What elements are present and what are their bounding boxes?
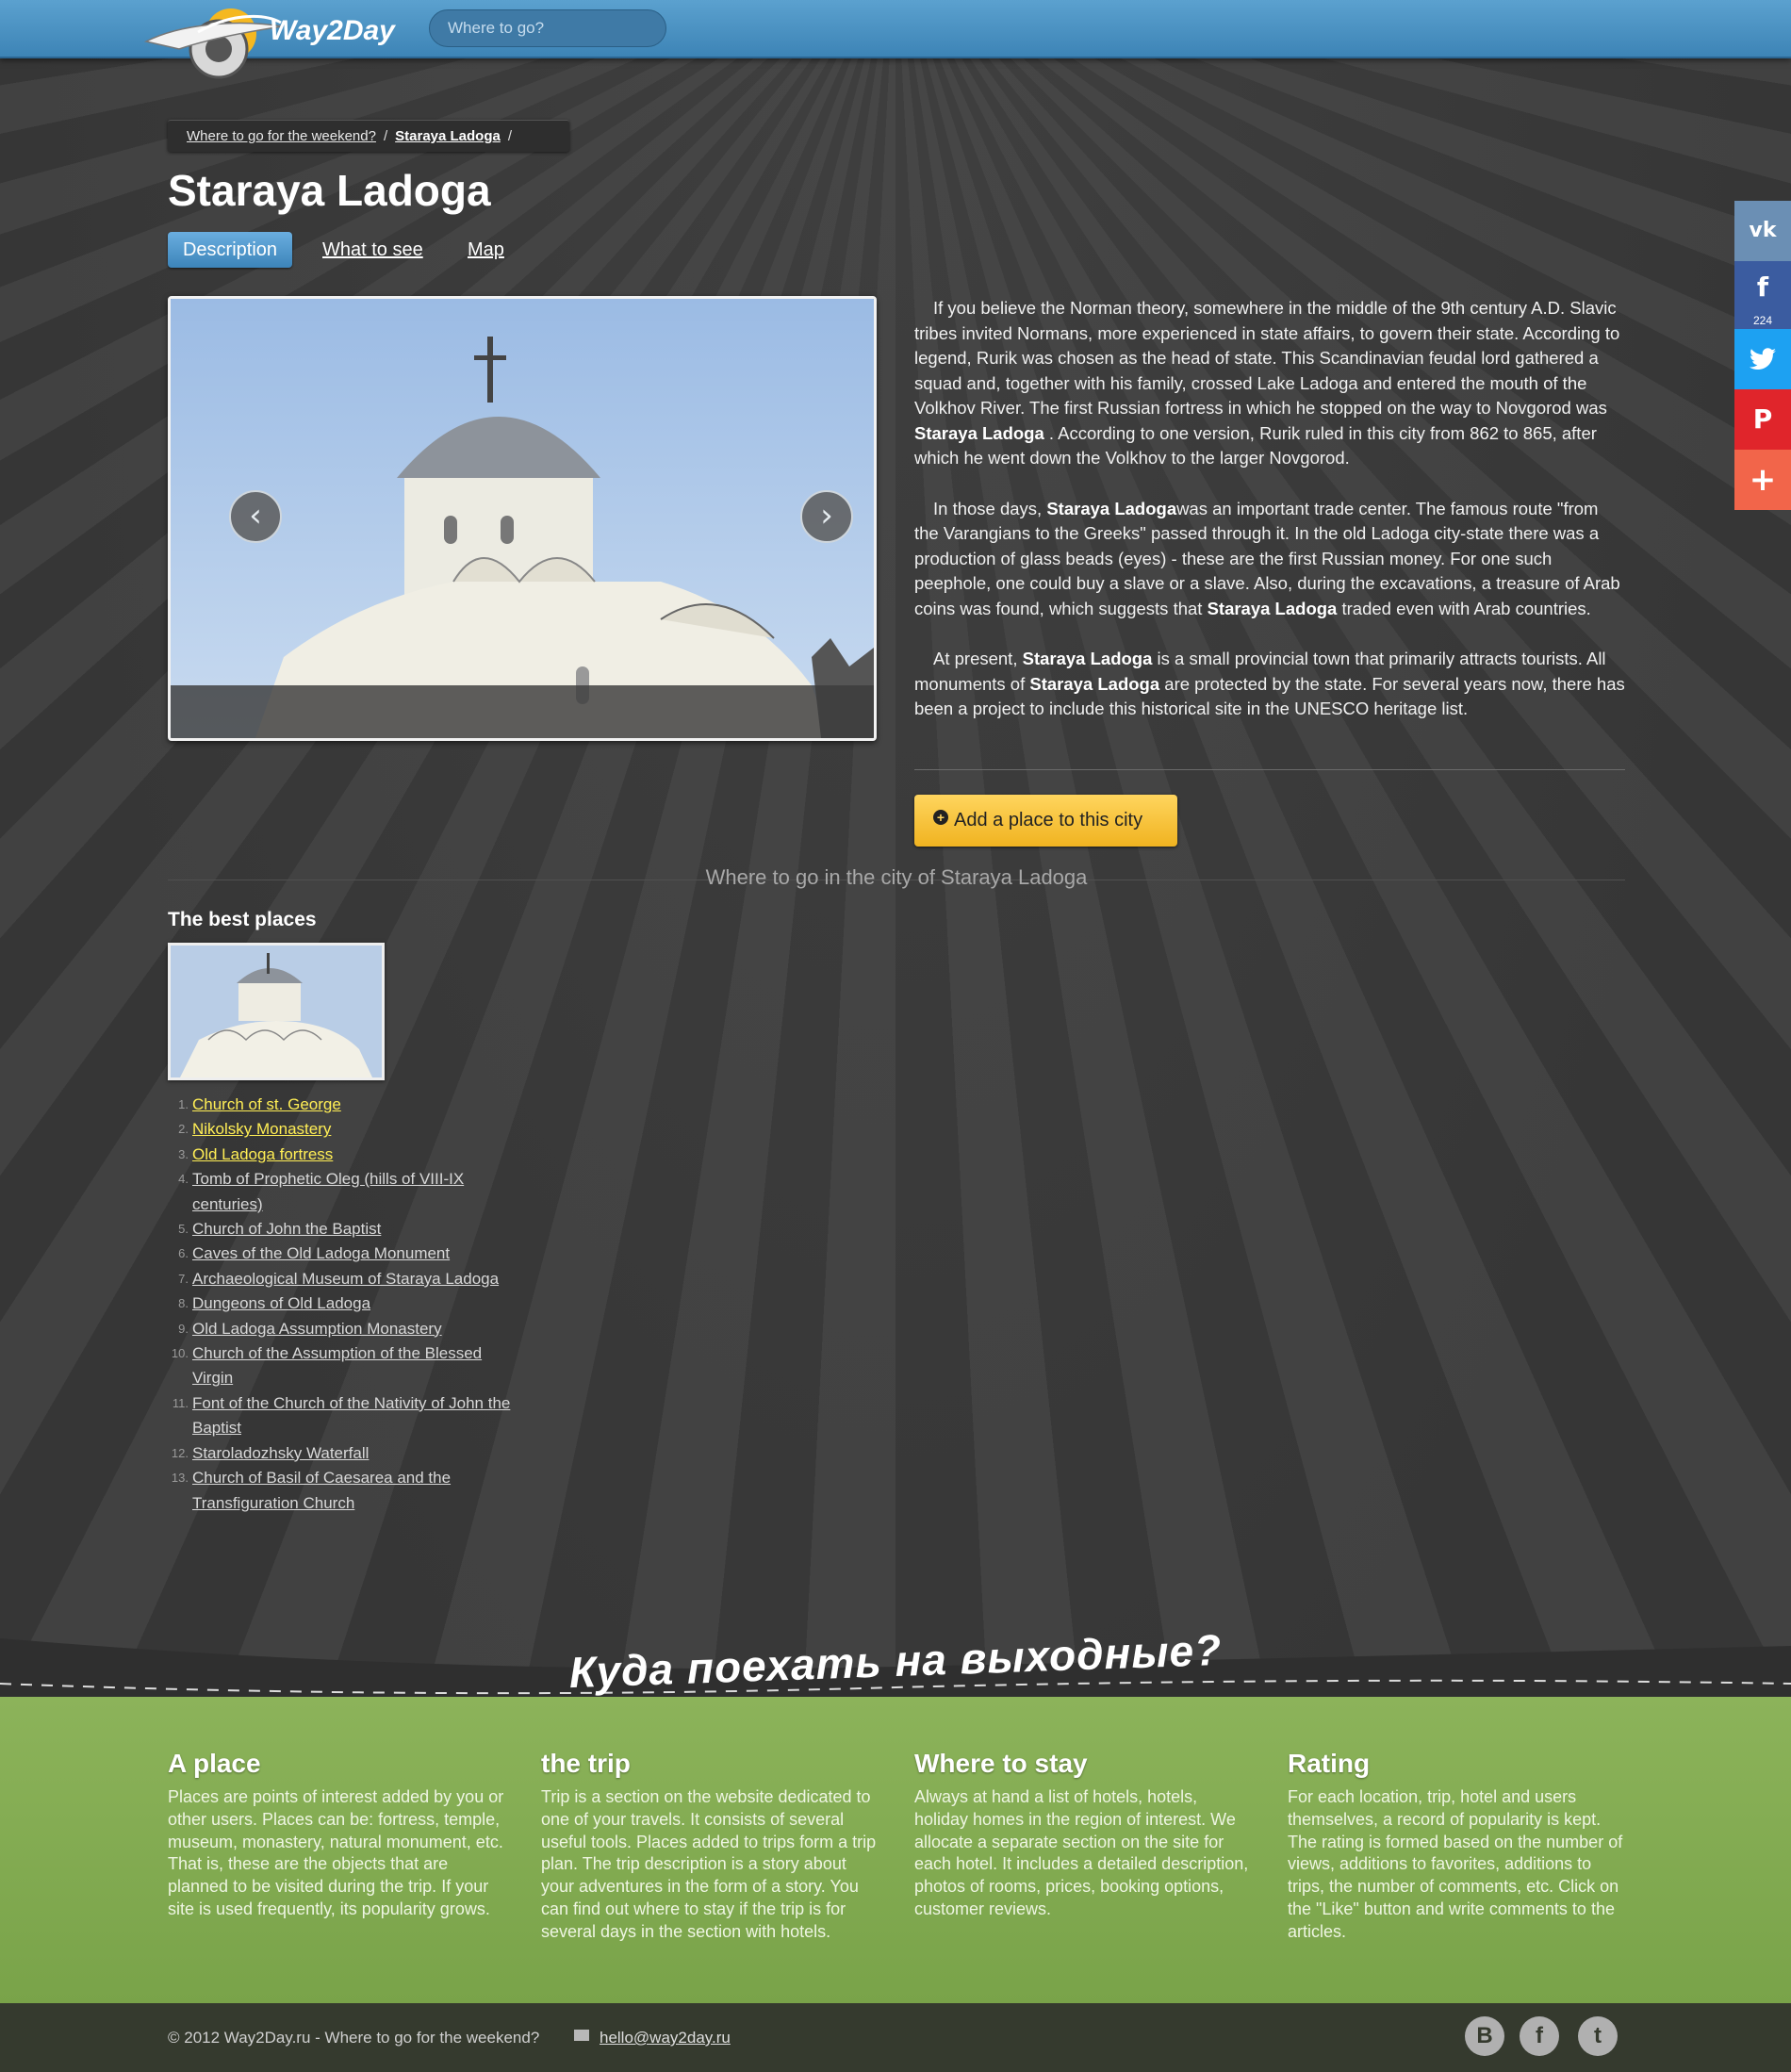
photo-caption-bar <box>171 685 874 738</box>
section-heading: Where to go in the city of Staraya Ladog… <box>168 865 1625 890</box>
place-link[interactable]: Tomb of Prophetic Oleg (hills of VIII-IX… <box>192 1170 464 1212</box>
list-item: 9. Old Ladoga Assumption Monastery <box>178 1319 442 1338</box>
facebook-icon: f <box>1756 271 1769 303</box>
info-column-stay: Where to stay Always at hand a list of h… <box>914 1749 1254 1921</box>
place-link[interactable]: Old Ladoga Assumption Monastery <box>192 1320 442 1338</box>
twitter-icon <box>1750 348 1776 370</box>
share-sidebar: vk f 224 P + <box>1734 201 1791 510</box>
list-item: 4. Tomb of Prophetic Oleg (hills of VIII-… <box>178 1170 465 1213</box>
paragraph: If you believe the Norman theory, somewh… <box>914 298 1620 468</box>
column-text: Places are points of interest added by y… <box>168 1787 504 1918</box>
place-link[interactable]: Staroladozhsky Waterfall <box>192 1444 369 1462</box>
slider-next-button[interactable]: › <box>800 490 853 543</box>
chevron-left-icon: ‹ <box>249 497 262 534</box>
pinterest-icon: P <box>1752 403 1773 435</box>
info-column-place: A place Places are points of interest ad… <box>168 1749 507 1921</box>
mail-icon <box>574 2030 589 2041</box>
column-text: Trip is a section on the website dedicat… <box>541 1787 877 1941</box>
add-place-button[interactable]: + Add a place to this city <box>914 795 1177 847</box>
column-title: A place <box>168 1749 261 1778</box>
page-title: Staraya Ladoga <box>168 166 491 215</box>
place-link[interactable]: Church of st. George <box>192 1095 341 1113</box>
list-item: 6. Caves of the Old Ladoga Monument <box>178 1244 451 1263</box>
email-link[interactable]: hello@way2day.ru <box>600 2003 731 2072</box>
paragraph: At present, Staraya Ladoga is a small pr… <box>914 649 1625 718</box>
list-item: 7. Archaeological Museum of Staraya Ladog… <box>178 1269 500 1288</box>
search-input[interactable] <box>429 9 666 47</box>
list-item: 1. Church of st. George <box>178 1095 341 1113</box>
breadcrumb: Where to go for the weekend? / Staraya Lad… <box>168 120 569 152</box>
share-pinterest-button[interactable]: P <box>1734 389 1791 450</box>
column-title: Where to stay <box>914 1749 1088 1778</box>
best-places-title: The best places <box>168 909 317 930</box>
chevron-right-icon: › <box>820 497 833 534</box>
paragraph: In those days, Staraya Ladogawas an impo… <box>914 498 1620 618</box>
best-place-thumbnail[interactable] <box>168 943 385 1080</box>
place-link[interactable]: Font of the Church of the Nativity of Jo… <box>192 1394 510 1437</box>
plus-circle-icon: + <box>933 810 948 825</box>
slider-prev-button[interactable]: ‹ <box>229 490 282 543</box>
bottom-bar: © 2012 Way2Day.ru - Where to go for the … <box>0 2003 1791 2072</box>
photo-slider[interactable]: ‹ › <box>168 296 877 741</box>
tab-what-to-see[interactable]: What to see <box>322 232 423 268</box>
info-column-trip: the trip Trip is a section on the websit… <box>541 1749 880 1944</box>
church-thumbnail-image <box>171 946 382 1077</box>
vk-icon: vk <box>1749 219 1777 242</box>
place-link[interactable]: Church of the Assumption of the Blessed … <box>192 1344 482 1387</box>
list-item: 12. Staroladozhsky Waterfall <box>171 1443 370 1462</box>
list-item: 2. Nikolsky Monastery <box>178 1120 332 1139</box>
info-column-rating: Rating For each location, trip, hotel an… <box>1288 1749 1627 1944</box>
breadcrumb-link-current[interactable]: Staraya Ladoga <box>395 128 501 144</box>
share-more-button[interactable]: + <box>1734 450 1791 510</box>
place-link[interactable]: Archaeological Museum of Staraya Ladoga <box>192 1270 499 1288</box>
list-item: 8. Dungeons of Old Ladoga <box>178 1294 371 1313</box>
place-link[interactable]: Church of John the Baptist <box>192 1220 381 1238</box>
column-title: the trip <box>541 1749 631 1778</box>
list-item: 5. Church of John the Baptist <box>178 1220 382 1239</box>
place-link[interactable]: Old Ladoga fortress <box>192 1145 333 1163</box>
list-item: 11. Font of the Church of the Nativity of… <box>172 1393 511 1438</box>
logo[interactable]: Way2Day <box>141 6 396 92</box>
tab-description[interactable]: Description <box>168 232 292 268</box>
list-item: 10. Church of the Assumption of the Bless… <box>171 1344 483 1388</box>
place-link[interactable]: Church of Basil of Caesarea and the Tran… <box>192 1469 451 1511</box>
share-facebook-button[interactable]: f 224 <box>1734 261 1791 329</box>
column-text: Always at hand a list of hotels, hotels,… <box>914 1787 1249 1918</box>
share-count: 224 <box>1752 314 1773 327</box>
place-link[interactable]: Dungeons of Old Ladoga <box>192 1294 370 1312</box>
breadcrumb-link-home[interactable]: Where to go for the weekend? <box>187 128 376 144</box>
list-item: 3. Old Ladoga fortress <box>178 1144 334 1163</box>
plus-icon: + <box>1749 461 1777 499</box>
tab-map[interactable]: Map <box>468 232 504 268</box>
list-item: 13. Church of Basil of Caesarea and the T… <box>171 1469 452 1512</box>
share-twitter-button[interactable] <box>1734 329 1791 389</box>
divider <box>914 769 1625 770</box>
logo-text: Way2Day <box>270 15 396 46</box>
breadcrumb-separator: / <box>507 128 513 144</box>
twitter-icon[interactable]: t <box>1578 2016 1618 2056</box>
blogger-icon[interactable]: B <box>1465 2016 1504 2056</box>
best-places-list: 1. Church of st. George 2. Nikolsky Monast… <box>168 1093 526 1516</box>
place-link[interactable]: Caves of the Old Ladoga Monument <box>192 1244 450 1262</box>
column-title: Rating <box>1288 1749 1371 1778</box>
facebook-icon[interactable]: f <box>1520 2016 1559 2056</box>
copyright-text: © 2012 Way2Day.ru - Where to go for the … <box>168 2029 540 2047</box>
place-link[interactable]: Nikolsky Monastery <box>192 1120 331 1138</box>
breadcrumb-separator: / <box>383 128 388 144</box>
share-vk-button[interactable]: vk <box>1734 201 1791 261</box>
description-text: If you believe the Norman theory, somewh… <box>914 296 1625 748</box>
column-text: For each location, trip, hotel and users… <box>1288 1787 1623 1941</box>
